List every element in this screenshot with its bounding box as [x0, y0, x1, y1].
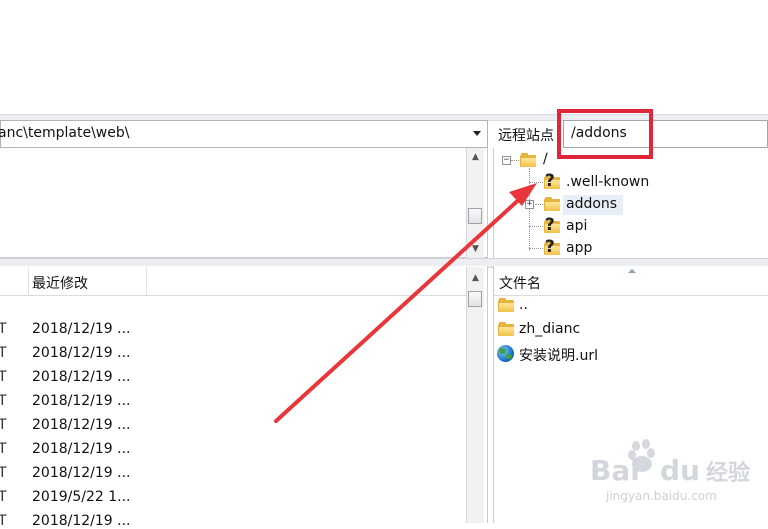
tree-node-root[interactable]: /	[543, 151, 548, 167]
folder-icon	[544, 197, 560, 211]
row-type: T	[0, 393, 7, 409]
unknown-folder-icon: ?	[544, 237, 560, 257]
row-type: T	[0, 489, 7, 505]
row-type: T	[0, 369, 7, 385]
row-modified[interactable]: 2018/12/19 ...	[32, 345, 131, 361]
scroll-up-icon[interactable]: ▲	[467, 152, 484, 162]
folder-icon	[498, 298, 514, 312]
tree-connector	[529, 182, 543, 183]
tree-node-app[interactable]: app	[566, 240, 592, 256]
file-zh-dianc[interactable]: zh_dianc	[519, 321, 580, 337]
tree-node-well-known[interactable]: .well-known	[566, 174, 649, 190]
scroll-thumb[interactable]	[468, 291, 482, 307]
row-modified[interactable]: 2018/12/19 ...	[32, 321, 131, 337]
column-header-modified[interactable]: 最近修改	[32, 273, 88, 293]
row-type: T	[0, 441, 7, 457]
row-modified[interactable]: 2018/12/19 ...	[32, 393, 131, 409]
expand-icon[interactable]: +	[525, 200, 534, 209]
row-modified[interactable]: 2018/12/19 ...	[32, 417, 131, 433]
baidu-jingyan-watermark-logo: Bai du 经验 jingyan.baidu.com	[590, 439, 750, 503]
tree-connector	[535, 204, 543, 205]
tree-connector	[511, 160, 519, 161]
tree-node-api[interactable]: api	[566, 218, 587, 234]
globe-icon	[497, 345, 514, 362]
column-separator[interactable]	[146, 267, 147, 295]
row-type: T	[0, 417, 7, 433]
svg-text:jingyan.baidu.com: jingyan.baidu.com	[605, 489, 717, 503]
scroll-down-icon[interactable]: ▼	[467, 244, 484, 254]
svg-text:du: du	[660, 454, 700, 487]
row-modified[interactable]: 2019/5/22 1...	[32, 489, 131, 505]
file-install-url[interactable]: 安装说明.url	[519, 345, 598, 365]
column-header-filename[interactable]: 文件名	[499, 273, 541, 293]
tree-connector	[529, 226, 543, 227]
remote-site-label: 远程站点	[498, 128, 554, 144]
sort-ascending-icon	[628, 269, 636, 273]
svg-text:经验: 经验	[706, 460, 750, 486]
column-separator[interactable]	[28, 267, 29, 295]
annotation-highlight-box	[557, 109, 653, 159]
local-tree-pane[interactable]	[0, 148, 488, 258]
scroll-up-icon[interactable]: ▲	[467, 273, 484, 283]
local-tree-scrollbar[interactable]: ▲ ▼	[466, 148, 484, 258]
scroll-thumb[interactable]	[468, 208, 482, 224]
row-type: T	[0, 345, 7, 361]
file-parent-dir[interactable]: ..	[519, 297, 528, 313]
row-type: T	[0, 465, 7, 481]
svg-text:Bai: Bai	[590, 454, 640, 487]
row-modified[interactable]: 2018/12/19 ...	[32, 369, 131, 385]
row-modified[interactable]: 2018/12/19 ...	[32, 513, 131, 529]
tree-node-addons[interactable]: addons	[566, 196, 617, 212]
tree-connector	[529, 168, 530, 250]
tree-connector	[529, 248, 543, 249]
row-type: T	[0, 321, 7, 337]
collapse-icon[interactable]: −	[502, 156, 511, 165]
row-modified[interactable]: 2018/12/19 ...	[32, 465, 131, 481]
folder-icon	[498, 322, 514, 336]
unknown-folder-icon: ?	[544, 171, 560, 191]
folder-icon	[520, 153, 536, 167]
unknown-folder-icon: ?	[544, 215, 560, 235]
dropdown-arrow-icon[interactable]	[470, 126, 484, 140]
row-modified[interactable]: 2018/12/19 ...	[32, 441, 131, 457]
local-path-text: anc\template\web\	[0, 125, 130, 141]
row-type: T	[0, 513, 7, 529]
local-list-scrollbar[interactable]: ▲	[466, 267, 484, 523]
